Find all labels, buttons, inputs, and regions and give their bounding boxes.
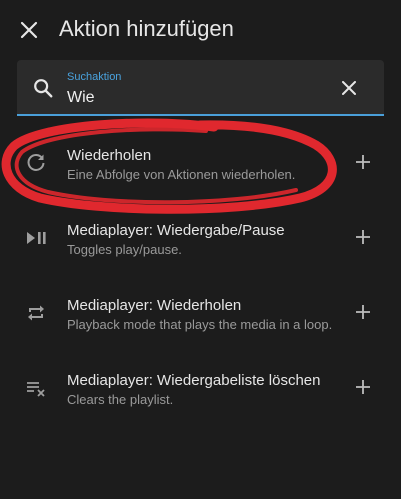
list-item-title: Mediaplayer: Wiedergabe/Pause <box>67 222 285 239</box>
dialog-title: Aktion hinzufügen <box>59 16 234 41</box>
close-button[interactable] <box>14 15 44 45</box>
refresh-icon <box>27 153 45 171</box>
list-item-play-pause[interactable]: Mediaplayer: Wiedergabe/Pause Toggles pl… <box>0 201 401 273</box>
list-item-title: Mediaplayer: Wiederholen <box>67 297 242 314</box>
search-label: Suchaktion <box>67 71 122 83</box>
search-field[interactable]: Suchaktion <box>17 60 384 116</box>
play-pause-icon <box>27 232 46 244</box>
search-clear-button[interactable] <box>338 77 360 99</box>
list-item-title: Wiederholen <box>67 147 152 164</box>
search-input[interactable] <box>67 87 327 109</box>
search-icon <box>34 79 53 98</box>
list-item-description: Playback mode that plays the media in a … <box>67 317 333 332</box>
list-item-description: Toggles play/pause. <box>67 242 182 257</box>
repeat-icon <box>28 305 44 321</box>
list-item-repeat[interactable]: Wiederholen Eine Abfolge von Aktionen wi… <box>0 126 401 198</box>
add-button[interactable] <box>352 151 374 173</box>
plus-icon <box>356 305 370 319</box>
list-item-description: Clears the playlist. <box>67 392 174 407</box>
clear-icon <box>342 81 356 95</box>
playlist-remove-icon <box>27 382 45 397</box>
add-button[interactable] <box>352 301 374 323</box>
list-item-title: Mediaplayer: Wiedergabeliste löschen <box>67 372 321 389</box>
plus-icon <box>356 155 370 169</box>
list-item-clear-playlist[interactable]: Mediaplayer: Wiedergabeliste löschen Cle… <box>0 351 401 423</box>
dialog-header: Aktion hinzufügen <box>0 0 401 60</box>
add-button[interactable] <box>352 226 374 248</box>
add-button[interactable] <box>352 376 374 398</box>
plus-icon <box>356 380 370 394</box>
plus-icon <box>356 230 370 244</box>
list-item-media-repeat[interactable]: Mediaplayer: Wiederholen Playback mode t… <box>0 276 401 348</box>
list-item-description: Eine Abfolge von Aktionen wiederholen. <box>67 167 296 182</box>
close-icon <box>20 21 38 39</box>
